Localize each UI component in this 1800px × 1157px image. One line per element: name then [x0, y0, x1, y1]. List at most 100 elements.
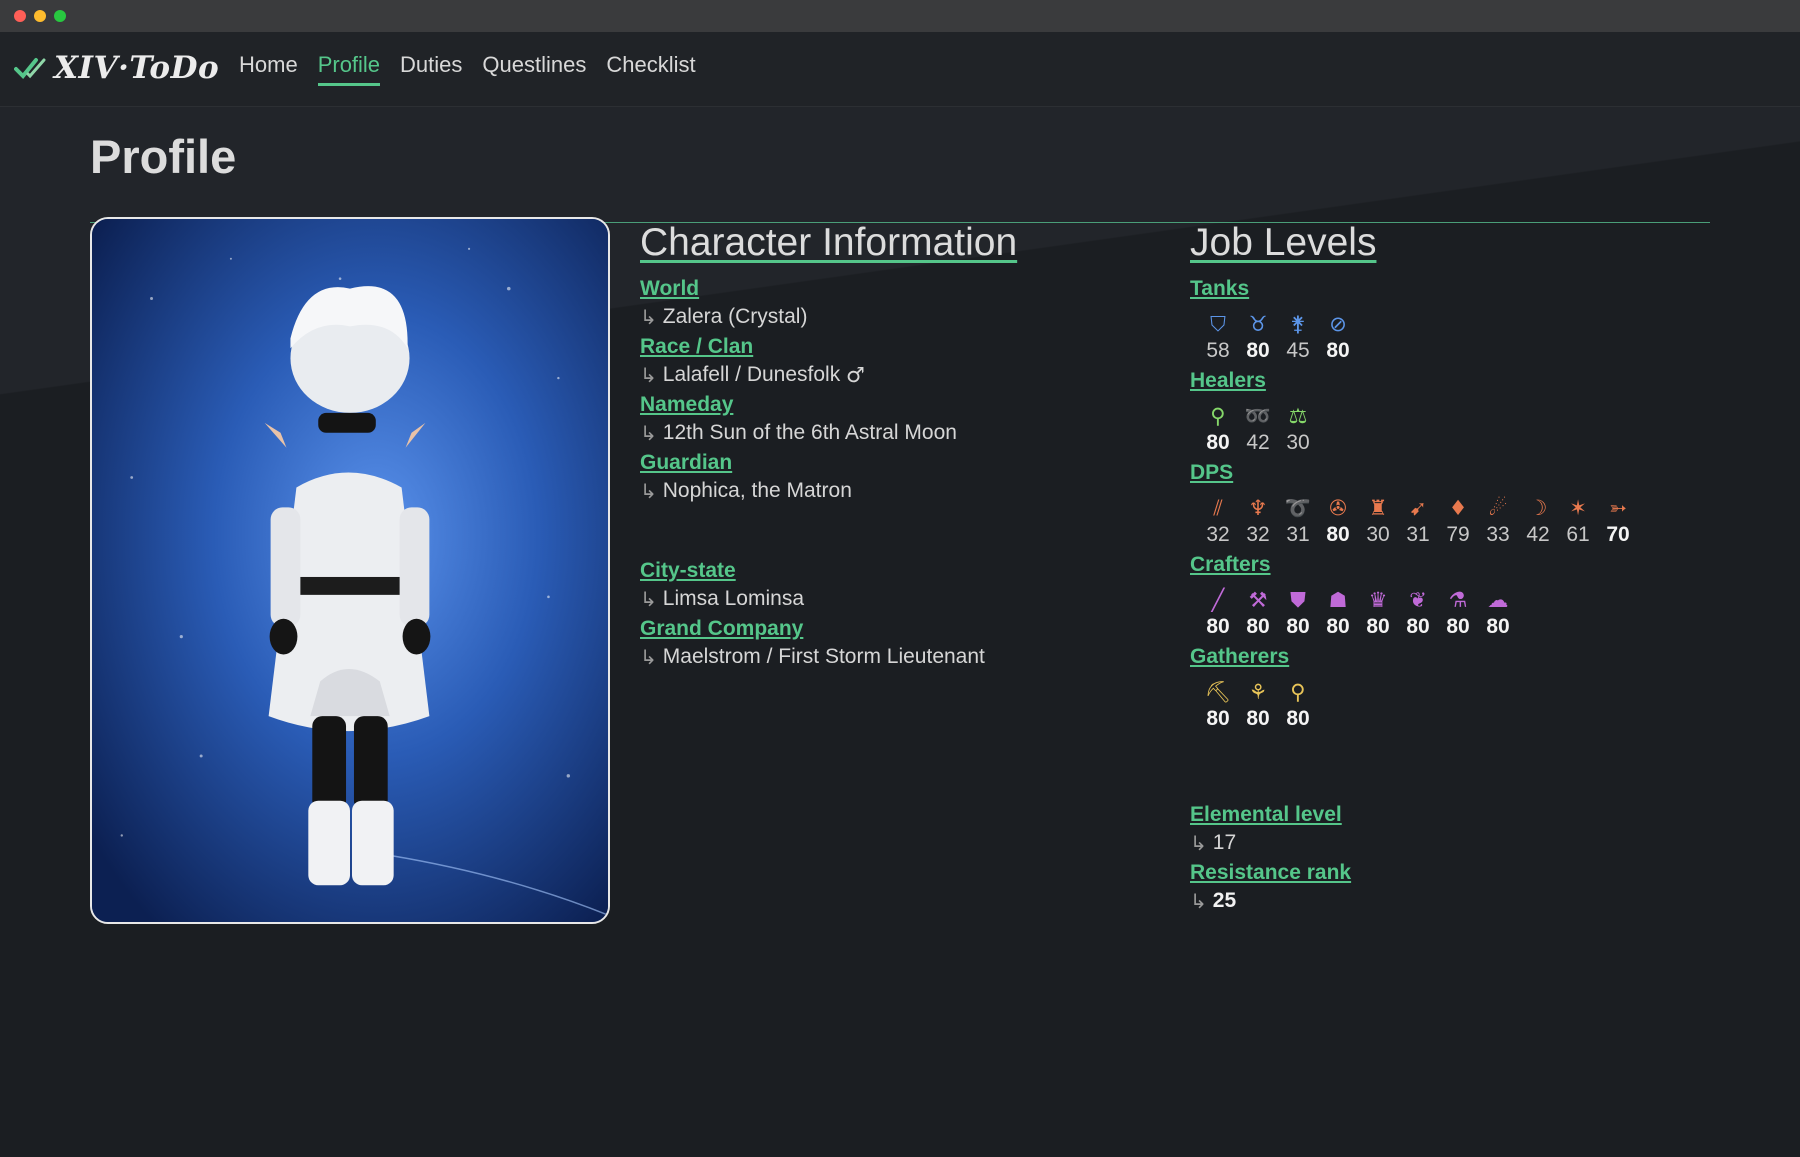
nav-checklist[interactable]: Checklist: [606, 52, 695, 86]
red-mage-icon: ➳: [1609, 496, 1627, 520]
arrow-icon: ↳: [1190, 889, 1207, 913]
logo[interactable]: XIV·ToDo: [14, 48, 219, 88]
page-title: Profile: [90, 129, 1710, 223]
logo-text: XIV·ToDo: [54, 50, 220, 86]
dark-knight-icon: ⚵: [1290, 312, 1306, 336]
crafters-row: ╱ 80 ⚒ 80 ⛊ 80 ☗ 80 ♛ 80 ❦ 80 ⚗ 80 ☁ 80: [1198, 587, 1710, 639]
dps-row: ⫽ 32 ♆ 32 ➰ 31 ✇ 80 ♜ 30 ➹ 31 ♦ 79 ☄ 33 ☽ 42 ✶ 61 ➳ 70: [1198, 495, 1710, 547]
job-item: ✇ 80: [1318, 495, 1358, 547]
job-item: ☁ 80: [1478, 587, 1518, 639]
job-item: ➳ 70: [1598, 495, 1638, 547]
warrior-icon: ♉: [1248, 312, 1268, 336]
world-label[interactable]: World: [640, 277, 1160, 301]
close-window-button[interactable]: [14, 10, 26, 22]
job-item: ☗ 80: [1318, 587, 1358, 639]
job-level: 32: [1206, 523, 1230, 546]
job-levels: Job Levels Tanks ⛉ 58 ♉ 80 ⚵ 45 ⊘ 80 Healers ⚲ 8…: [1190, 217, 1710, 913]
crafters-label[interactable]: Crafters: [1190, 553, 1710, 577]
paladin-icon: ⛉: [1210, 312, 1226, 336]
checkmark-icon: [14, 58, 46, 79]
job-level: 80: [1206, 707, 1230, 730]
grand-company-label[interactable]: Grand Company: [640, 617, 1160, 641]
arrow-icon: ↳: [640, 421, 657, 445]
healers-label[interactable]: Healers: [1190, 369, 1710, 393]
job-item: ⚗ 80: [1438, 587, 1478, 639]
window-titlebar: [0, 0, 1800, 32]
job-level: 80: [1406, 615, 1430, 638]
job-item: ⛉ 58: [1198, 311, 1238, 363]
resistance-rank-label[interactable]: Resistance rank: [1190, 861, 1710, 885]
job-level: 42: [1246, 431, 1270, 454]
job-level: 80: [1246, 615, 1270, 638]
ninja-icon: ➰: [1284, 496, 1312, 520]
leatherworker-icon: ♛: [1368, 588, 1388, 612]
city-state-value: ↳ Limsa Lominsa: [640, 587, 1160, 611]
race-value: ↳ Lalafell / Dunesfolk ♂: [640, 363, 1160, 387]
nav-home[interactable]: Home: [239, 52, 298, 86]
nav-links: Home Profile Duties Questlines Checklist: [239, 52, 696, 86]
character-information: Character Information World ↳ Zalera (Cry…: [640, 217, 1160, 669]
minimize-window-button[interactable]: [34, 10, 46, 22]
job-item: ╱ 80: [1198, 587, 1238, 639]
arrow-icon: ↳: [640, 479, 657, 503]
job-level: 61: [1566, 523, 1590, 546]
resistance-rank-text: 25: [1212, 889, 1237, 912]
goldsmith-icon: ☗: [1328, 588, 1348, 612]
job-item: ♛ 80: [1358, 587, 1398, 639]
job-item: ⚖ 30: [1278, 403, 1318, 455]
job-item: ⛏ 80: [1198, 679, 1238, 731]
gunbreaker-icon: ⊘: [1329, 312, 1347, 336]
nameday-text: 12th Sun of the 6th Astral Moon: [662, 421, 957, 444]
fisher-icon: ⚲: [1290, 680, 1306, 704]
world-text: Zalera (Crystal): [662, 305, 808, 328]
maximize-window-button[interactable]: [54, 10, 66, 22]
machinist-icon: ♦: [1448, 496, 1468, 520]
nav-duties[interactable]: Duties: [400, 52, 462, 86]
resistance-rank-value: ↳ 25: [1190, 889, 1710, 913]
guardian-label[interactable]: Guardian: [640, 451, 1160, 475]
tanks-label[interactable]: Tanks: [1190, 277, 1710, 301]
job-level: 58: [1206, 339, 1230, 362]
job-item: ♉ 80: [1238, 311, 1278, 363]
job-item: ⊘ 80: [1318, 311, 1358, 363]
elemental-level-value: ↳ 17: [1190, 831, 1710, 855]
job-item: ♦ 79: [1438, 495, 1478, 547]
job-item: ➿ 42: [1238, 403, 1278, 455]
job-level: 80: [1246, 707, 1270, 730]
job-level: 80: [1326, 523, 1350, 546]
carpenter-icon: ╱: [1211, 588, 1225, 612]
botanist-icon: ⚘: [1248, 680, 1268, 704]
armorer-icon: ⛊: [1290, 588, 1306, 612]
grand-company-text: Maelstrom / First Storm Lieutenant: [662, 645, 985, 668]
white-mage-icon: ⚲: [1210, 404, 1226, 428]
character-info-title: Character Information: [640, 221, 1018, 264]
race-label[interactable]: Race / Clan: [640, 335, 1160, 359]
nameday-label[interactable]: Nameday: [640, 393, 1160, 417]
job-item: ⚵ 45: [1278, 311, 1318, 363]
gatherers-label[interactable]: Gatherers: [1190, 645, 1710, 669]
nav-profile[interactable]: Profile: [317, 52, 381, 86]
job-level: 31: [1406, 523, 1430, 546]
elemental-level-label[interactable]: Elemental level: [1190, 803, 1710, 827]
nav-questlines[interactable]: Questlines: [482, 52, 586, 86]
dps-label[interactable]: DPS: [1190, 461, 1710, 485]
navbar: XIV·ToDo Home Profile Duties Questlines …: [0, 32, 1800, 107]
job-item: ❦ 80: [1398, 587, 1438, 639]
gatherers-row: ⛏ 80 ⚘ 80 ⚲ 80: [1198, 679, 1710, 731]
job-level: 80: [1206, 615, 1230, 638]
city-state-label[interactable]: City-state: [640, 559, 1160, 583]
job-item: ➹ 31: [1398, 495, 1438, 547]
job-level: 80: [1446, 615, 1470, 638]
elemental-level-text: 17: [1212, 831, 1237, 854]
job-level: 30: [1286, 431, 1310, 454]
male-icon: ♂: [846, 363, 865, 387]
job-level: 31: [1286, 523, 1310, 546]
job-item: ⚲ 80: [1198, 403, 1238, 455]
healers-row: ⚲ 80 ➿ 42 ⚖ 30: [1198, 403, 1710, 455]
job-level: 80: [1246, 339, 1270, 362]
job-item: ⚘ 80: [1238, 679, 1278, 731]
guardian-value: ↳ Nophica, the Matron: [640, 479, 1160, 503]
job-level: 80: [1326, 615, 1350, 638]
job-level: 30: [1366, 523, 1390, 546]
